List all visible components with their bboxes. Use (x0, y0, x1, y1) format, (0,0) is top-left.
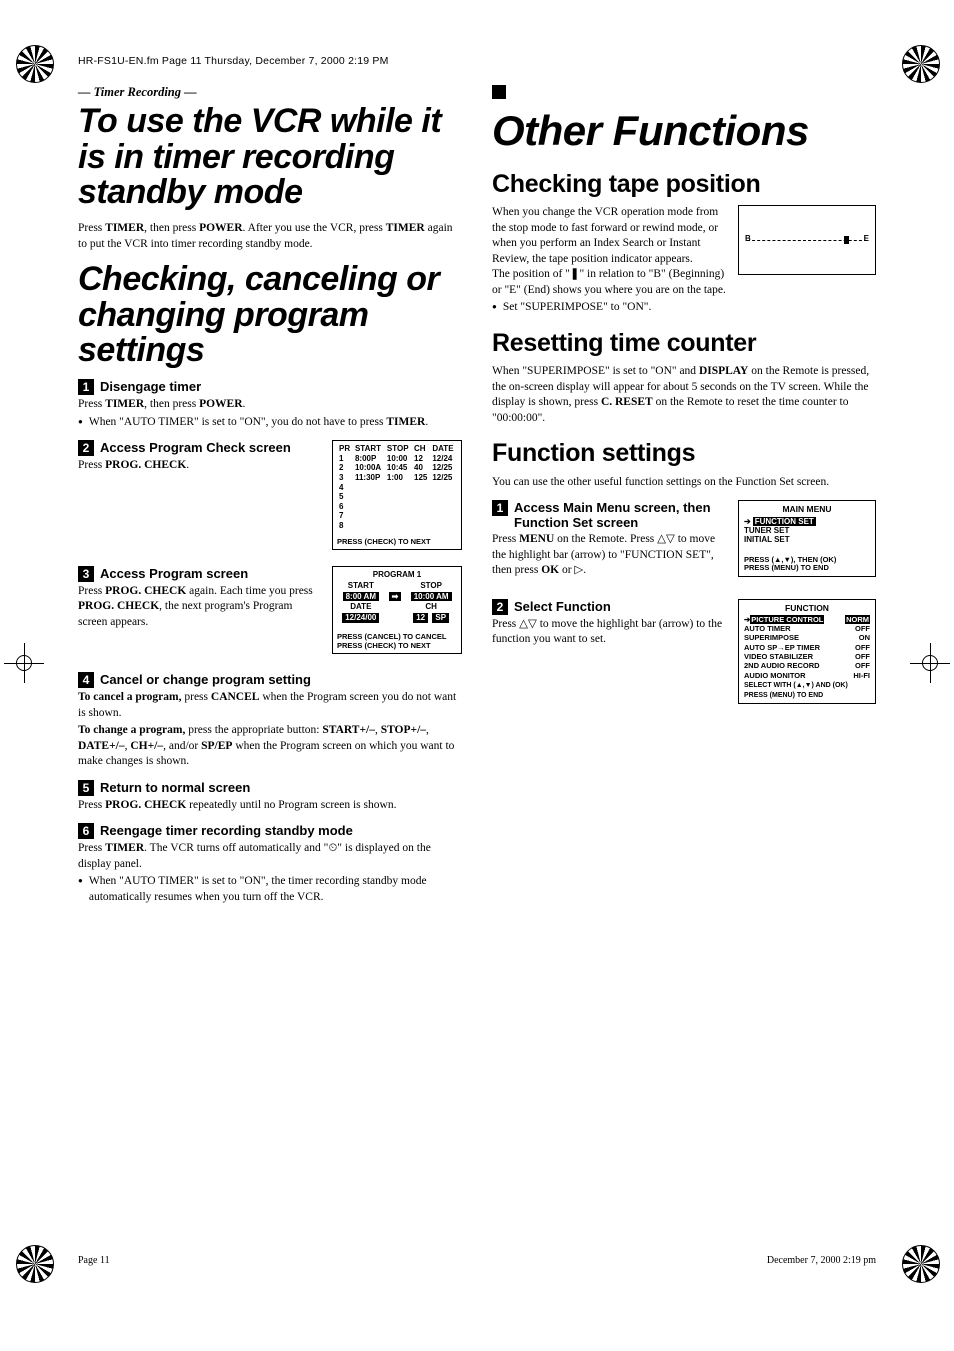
running-header: HR-FS1U-EN.fm Page 11 Thursday, December… (78, 55, 876, 67)
arrow-right-icon: ➔ (744, 517, 751, 526)
step-title: Access Main Menu screen, then Function S… (514, 500, 730, 530)
step-5: 5 Return to normal screen (78, 780, 462, 796)
heading-tape-position: Checking tape position (492, 171, 876, 197)
page: HR-FS1U-EN.fm Page 11 Thursday, December… (0, 0, 954, 1326)
bullet: Set "SUPERIMPOSE" to "ON". (492, 300, 876, 316)
step-6: 6 Reengage timer recording standby mode (78, 823, 462, 839)
paragraph: Press TIMER, then press POWER. (78, 397, 462, 413)
paragraph: To cancel a program, press CANCEL when t… (78, 690, 462, 721)
left-column: — Timer Recording — To use the VCR while… (78, 85, 462, 905)
paragraph: When "SUPERIMPOSE" is set to "ON" and DI… (492, 364, 876, 426)
registration-mark (902, 45, 938, 81)
registration-mark (16, 45, 52, 81)
crop-cross (910, 643, 950, 683)
tape-marker-icon (844, 236, 849, 244)
step-number: 5 (78, 780, 94, 796)
step-1: 1 Disengage timer (78, 379, 462, 395)
chapter-marker-icon (492, 85, 506, 99)
program-check-screen: PRSTARTSTOPCHDATE 18:00P10:001212/24 210… (332, 440, 462, 549)
step-title: Disengage timer (100, 379, 201, 394)
right-column: Other Functions Checking tape position B… (492, 85, 876, 905)
step-4: 4 Cancel or change program setting (78, 672, 462, 688)
step-2: 2 Access Program Check screen (78, 440, 324, 456)
section-tag: — Timer Recording — (78, 85, 462, 100)
bullet: When "AUTO TIMER" is set to "ON", you do… (78, 415, 462, 431)
step-title: Access Program Check screen (100, 440, 291, 455)
main-menu-screen: MAIN MENU ➔FUNCTION SET TUNER SET INITIA… (738, 500, 876, 577)
step-number: 2 (492, 599, 508, 615)
step-title: Access Program screen (100, 566, 248, 581)
step-number: 1 (78, 379, 94, 395)
chapter-title: Other Functions (492, 109, 876, 153)
function-screen: FUNCTION ➔PICTURE CONTROLNORM AUTO TIMER… (738, 599, 876, 704)
heading-reset-counter: Resetting time counter (492, 330, 876, 356)
heading-function-settings: Function settings (492, 440, 876, 466)
paragraph: Press TIMER. The VCR turns off automatic… (78, 841, 462, 872)
step-title: Reengage timer recording standby mode (100, 823, 353, 838)
crop-cross (4, 643, 44, 683)
heading-standby: To use the VCR while it is in timer reco… (78, 104, 462, 211)
step-fs-2: 2 Select Function (492, 599, 730, 615)
registration-mark (902, 1245, 938, 1281)
bullet: When "AUTO TIMER" is set to "ON", the ti… (78, 874, 462, 905)
step-number: 6 (78, 823, 94, 839)
step-title: Cancel or change program setting (100, 672, 311, 687)
step-number: 1 (492, 500, 508, 516)
step-number: 4 (78, 672, 94, 688)
step-number: 3 (78, 566, 94, 582)
tape-position-indicator: B E (738, 205, 876, 275)
paragraph: To change a program, press the appropria… (78, 723, 462, 770)
step-title: Return to normal screen (100, 780, 250, 795)
page-footer: Page 11 December 7, 2000 2:19 pm (78, 1255, 876, 1266)
paragraph: Press TIMER, then press POWER. After you… (78, 221, 462, 252)
page-number: Page 11 (78, 1255, 110, 1266)
step-title: Select Function (514, 599, 611, 614)
registration-mark (16, 1245, 52, 1281)
paragraph: Press PROG. CHECK repeatedly until no Pr… (78, 798, 462, 814)
paragraph: You can use the other useful function se… (492, 475, 876, 491)
footer-timestamp: December 7, 2000 2:19 pm (767, 1255, 876, 1266)
program-screen: PROGRAM 1 STARTSTOP 8:00 AM➡10:00 AM DAT… (332, 566, 462, 654)
step-fs-1: 1 Access Main Menu screen, then Function… (492, 500, 730, 530)
step-number: 2 (78, 440, 94, 456)
heading-check-cancel: Checking, canceling or changing program … (78, 262, 462, 369)
step-3: 3 Access Program screen (78, 566, 324, 582)
